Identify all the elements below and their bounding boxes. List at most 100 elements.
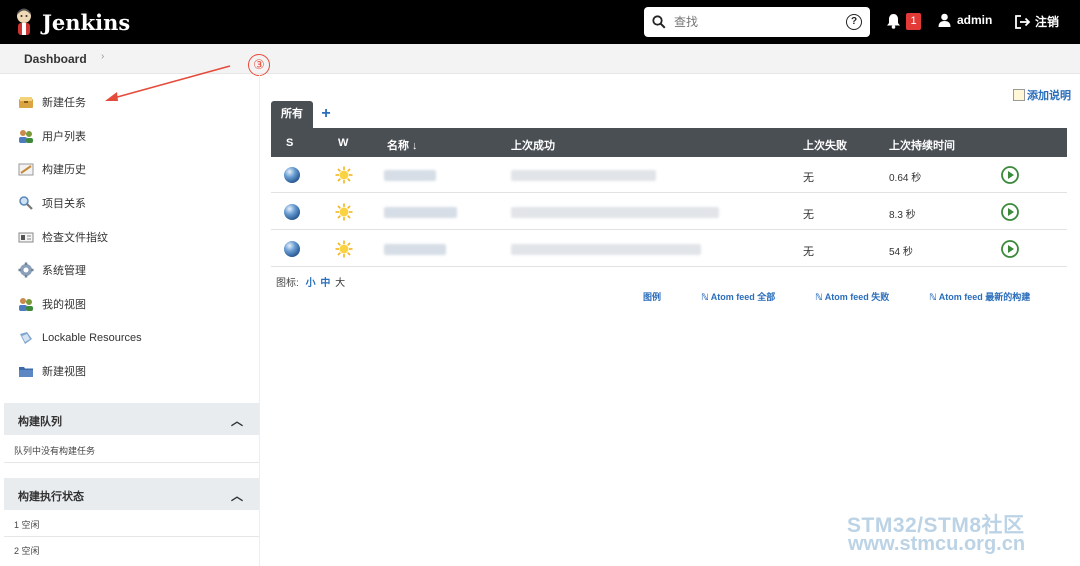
rss-icon: ℕ <box>929 292 939 302</box>
help-icon[interactable]: ? <box>846 14 862 30</box>
jenkins-logo[interactable]: Jenkins <box>14 7 130 37</box>
icon-size-selector: 图标: 小 中 大 <box>276 274 345 289</box>
user-menu[interactable]: admin <box>938 13 992 27</box>
last-success-redacted[interactable] <box>511 207 719 218</box>
legend-link[interactable]: 图例 <box>643 290 661 303</box>
table-row: 无 8.3 秒 <box>271 194 1067 230</box>
lockable-resources-icon <box>20 332 32 344</box>
feed-failed-label: Atom feed 失败 <box>824 292 890 302</box>
username: admin <box>957 13 993 27</box>
feed-all-label: Atom feed 全部 <box>710 292 776 302</box>
fingerprint-icon <box>18 232 34 243</box>
sidebar-item-label: Lockable Resources <box>42 332 142 344</box>
sidebar-item-my-views[interactable]: 我的视图 <box>18 294 86 314</box>
build-queue-title: 构建队列 <box>18 416 62 428</box>
status-ball-icon <box>284 167 300 183</box>
divider <box>4 536 259 537</box>
folder-icon <box>19 367 33 377</box>
gear-icon <box>18 262 34 278</box>
build-queue-header[interactable]: 构建队列 ︿ <box>4 403 259 435</box>
jenkins-butler-icon <box>17 8 31 35</box>
top-nav-bar: Jenkins ? 1 admin 注销 <box>0 0 1080 44</box>
edit-icon <box>1013 89 1025 101</box>
duration-value: 8.3 秒 <box>889 210 916 221</box>
column-weather[interactable]: W <box>338 137 348 149</box>
logout-label: 注销 <box>1035 15 1060 29</box>
feed-latest-link[interactable]: ℕ Atom feed 最新的构建 <box>929 290 1030 303</box>
sunny-weather-icon <box>335 203 353 221</box>
logout-link[interactable]: 注销 <box>1015 13 1059 30</box>
chevron-up-icon[interactable]: ︿ <box>231 412 243 429</box>
sidebar-item-label: 构建历史 <box>42 164 86 176</box>
new-item-icon <box>19 97 33 108</box>
job-name-redacted[interactable] <box>384 207 457 218</box>
icon-size-medium[interactable]: 中 <box>320 278 330 289</box>
column-last-failure[interactable]: 上次失败 <box>803 137 847 153</box>
status-ball-icon <box>284 204 300 220</box>
sidebar-item-manage[interactable]: 系统管理 <box>18 260 86 280</box>
build-queue-empty-text: 队列中没有构建任务 <box>14 446 96 456</box>
executor-item[interactable]: 1 空闲 <box>14 518 40 531</box>
column-last-success[interactable]: 上次成功 <box>511 137 555 153</box>
sidebar-item-fingerprint[interactable]: 检查文件指纹 <box>18 227 108 247</box>
executor-item[interactable]: 2 空闲 <box>14 544 40 557</box>
job-name-redacted[interactable] <box>384 244 446 255</box>
column-status[interactable]: S <box>286 137 293 149</box>
divider <box>4 462 259 463</box>
sunny-weather-icon <box>335 240 353 258</box>
schedule-build-icon[interactable] <box>1001 240 1019 258</box>
sidebar-item-new-item[interactable]: 新建任务 <box>18 92 86 112</box>
sidebar-item-lockable-resources[interactable]: Lockable Resources <box>18 328 142 348</box>
feed-failed-link[interactable]: ℕ Atom feed 失败 <box>815 290 889 303</box>
add-view-tab[interactable]: + <box>318 105 334 123</box>
icon-size-small[interactable]: 小 <box>306 278 316 289</box>
sidebar-item-new-view[interactable]: 新建视图 <box>18 361 86 381</box>
app-title: Jenkins <box>42 9 131 35</box>
schedule-build-icon[interactable] <box>1001 203 1019 221</box>
user-icon <box>938 13 951 27</box>
project-relationship-icon <box>19 196 33 210</box>
sidebar-item-label: 项目关系 <box>42 198 86 210</box>
logout-icon <box>1015 14 1031 29</box>
rss-icon: ℕ <box>701 292 711 302</box>
job-name-redacted[interactable] <box>384 170 436 181</box>
last-failure-value: 无 <box>803 172 814 184</box>
sidebar-item-label: 新建视图 <box>42 366 86 378</box>
sidebar-item-build-history[interactable]: 构建历史 <box>18 159 86 179</box>
schedule-build-icon[interactable] <box>1001 166 1019 184</box>
build-history-icon <box>18 163 34 176</box>
sidebar-item-label: 检查文件指纹 <box>42 232 108 244</box>
tab-all[interactable]: 所有 <box>271 101 313 128</box>
last-success-redacted[interactable] <box>511 170 656 181</box>
sidebar-item-users[interactable]: 用户列表 <box>18 126 86 146</box>
sidebar: 新建任务 用户列表 构建历史 项目关系 检查文件指纹 系统管理 我的视图 Loc… <box>0 74 260 566</box>
rss-icon: ℕ <box>815 292 825 302</box>
duration-value: 0.64 秒 <box>889 173 922 184</box>
last-failure-value: 无 <box>803 209 814 221</box>
last-failure-value: 无 <box>803 246 814 258</box>
notification-badge[interactable]: 1 <box>906 13 921 30</box>
column-name[interactable]: 名称 ↓ <box>387 137 418 153</box>
watermark-line2: www.stmcu.org.cn <box>848 533 1026 555</box>
feed-all-link[interactable]: ℕ Atom feed 全部 <box>701 290 775 303</box>
sidebar-item-label: 系统管理 <box>42 265 86 277</box>
executors-header[interactable]: 构建执行状态 ︿ <box>4 478 259 510</box>
chevron-right-icon[interactable]: › <box>101 51 104 62</box>
sidebar-item-project-relationship[interactable]: 项目关系 <box>18 193 86 213</box>
add-description-link[interactable]: 添加说明 <box>1013 87 1071 103</box>
status-ball-icon <box>284 241 300 257</box>
column-last-duration[interactable]: 上次持续时间 <box>889 137 955 153</box>
duration-value: 54 秒 <box>889 247 913 258</box>
icon-size-label: 图标: <box>276 278 299 289</box>
last-success-redacted[interactable] <box>511 244 701 255</box>
search-input[interactable] <box>674 12 834 32</box>
sidebar-item-label: 新建任务 <box>42 97 86 109</box>
chevron-up-icon[interactable]: ︿ <box>231 487 243 504</box>
bell-icon[interactable] <box>886 13 901 29</box>
sidebar-item-label: 我的视图 <box>42 299 86 311</box>
executors-title: 构建执行状态 <box>18 491 84 503</box>
search-box[interactable]: ? <box>644 7 870 37</box>
breadcrumb-dashboard[interactable]: Dashboard <box>24 52 87 66</box>
icon-size-large[interactable]: 大 <box>335 278 345 289</box>
users-icon <box>19 130 33 143</box>
